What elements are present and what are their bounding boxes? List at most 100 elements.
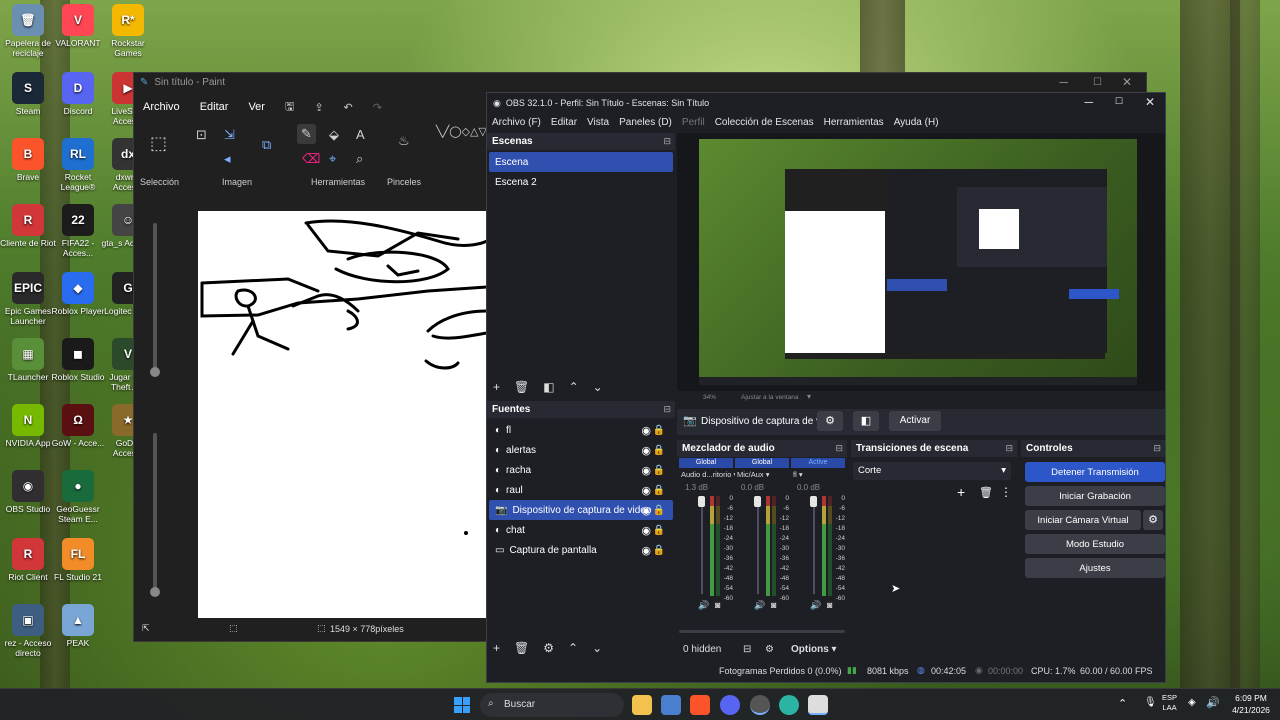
tray-chevron-icon[interactable]: ⌃ [1118, 697, 1127, 710]
more-icon[interactable]: ⋮ [1000, 485, 1012, 499]
minimize-icon[interactable]: ─ [1059, 75, 1068, 89]
volume-icon[interactable]: 🔊 [810, 600, 821, 611]
obs-menu-item[interactable]: Perfil [682, 117, 705, 128]
lock-icon[interactable]: 🔒 [653, 445, 665, 456]
paint-menu-editar[interactable]: Editar [200, 101, 229, 113]
shapes-icon[interactable]: ╲╱◯◇△▽☆⬠✦ [436, 125, 516, 139]
obs-close-icon[interactable]: ✕ [1145, 95, 1155, 109]
desktop-icon[interactable]: ● GeoGuessr Steam E... [50, 470, 106, 524]
dock-float-icon[interactable]: ⊟ [663, 136, 671, 147]
clock[interactable]: 6:09 PM 4/21/2026 [1226, 692, 1276, 716]
source-item[interactable]: ◐ raul ◉ 🔒 [489, 480, 673, 500]
add-icon[interactable]: + [957, 484, 965, 500]
pencil-icon[interactable]: ✎ [297, 124, 316, 144]
scene-item[interactable]: Escena [489, 152, 673, 172]
eye-icon[interactable]: ◉ [641, 504, 651, 517]
channel-name[interactable]: Mic/Aux ▾ [737, 470, 791, 479]
rotate-icon[interactable]: ◂ [224, 151, 231, 167]
desktop-icon[interactable]: ▲ PEAK [50, 604, 106, 648]
lock-icon[interactable]: 🔒 [653, 465, 665, 476]
filter-icon[interactable]: ◧ [543, 380, 554, 394]
chevron-down-icon[interactable]: ⌄ [593, 380, 603, 394]
virtual-camera-button[interactable]: Iniciar Cámara Virtual [1025, 510, 1141, 530]
paint-menu-archivo[interactable]: Archivo [143, 101, 180, 113]
trash-icon[interactable]: 🗑 [514, 641, 529, 655]
obs-window[interactable]: ◉ OBS 32.1.0 - Perfil: Sin Título - Esce… [486, 92, 1166, 683]
desktop-icon[interactable]: S Steam [0, 72, 56, 116]
save-icon[interactable]: 🖫 [285, 98, 294, 117]
chevron-down-icon[interactable]: ⌄ [592, 641, 602, 655]
close-icon[interactable]: ✕ [1122, 75, 1132, 89]
obs-menu-item[interactable]: Archivo (F) [492, 117, 541, 128]
source-item[interactable]: ▭ Captura de pantalla ◉ 🔒 [489, 540, 673, 560]
select-icon[interactable]: ⬚ [150, 133, 167, 154]
scene-item[interactable]: Escena 2 [489, 172, 673, 192]
volume-fader[interactable] [813, 496, 815, 594]
dock-float-icon[interactable]: ⊟ [1005, 443, 1013, 454]
desktop-icon[interactable]: R Cliente de Riot [0, 204, 56, 248]
obs-menu-item[interactable]: Editar [551, 117, 577, 128]
channel-name[interactable]: Audio d...ritorio ▾ [681, 470, 735, 479]
obs-menu-item[interactable]: Herramientas [824, 117, 884, 128]
chevron-up-icon[interactable]: ⌃ [569, 380, 579, 394]
redo-icon[interactable]: ↷ [373, 101, 382, 114]
paint-titlebar[interactable]: ✎ Sin título - Paint ─ ☐ ✕ [134, 73, 1146, 91]
start-icon[interactable] [454, 697, 470, 713]
link-icon[interactable]: ⚙ [765, 644, 774, 655]
fader-knob[interactable] [810, 496, 817, 507]
desktop-icon[interactable]: 🗑 Papelera de reciclaje [0, 4, 56, 58]
source-item[interactable]: ◐ racha ◉ 🔒 [489, 460, 673, 480]
headphone-icon[interactable]: ◙ [827, 600, 832, 610]
source-item[interactable]: 📷 Dispositivo de captura de video ◉ 🔒 [489, 500, 673, 520]
volume-icon[interactable]: 🔊 [1206, 696, 1220, 709]
stop-stream-button[interactable]: Detener Transmisión [1025, 462, 1165, 482]
eraser-icon[interactable]: ⌫ [302, 151, 320, 167]
desktop-icon[interactable]: EPIC Epic Games Launcher [0, 272, 56, 326]
zoom-fit[interactable]: Ajustar a la ventana [741, 394, 798, 401]
fill-icon[interactable]: ⬙ [329, 127, 339, 143]
volume-icon[interactable]: 🔊 [698, 600, 709, 611]
studio-mode-button[interactable]: Modo Estudio [1025, 534, 1165, 554]
desktop-icon[interactable]: ▦ TLauncher [0, 338, 56, 382]
chevron-up-icon[interactable]: ⌃ [568, 641, 578, 655]
headphone-icon[interactable]: ◙ [771, 600, 776, 610]
crop-icon[interactable]: ⊡ [196, 127, 207, 143]
volume-fader[interactable] [701, 496, 703, 594]
resize-icon[interactable]: ⇲ [224, 127, 235, 143]
dock-float-icon[interactable]: ⊟ [663, 404, 671, 415]
transition-select[interactable]: Corte ▾ [853, 462, 1011, 480]
virtual-camera-gear-icon[interactable]: ⚙ [1143, 510, 1163, 530]
obs-menu-item[interactable]: Colección de Escenas [715, 117, 814, 128]
fader-knob[interactable] [698, 496, 705, 507]
desktop-icon[interactable]: N NVIDIA App [0, 404, 56, 448]
paint-side-slider[interactable] [150, 213, 160, 613]
eye-icon[interactable]: ◉ [641, 484, 651, 497]
desktop-icon[interactable]: B Brave [0, 138, 56, 182]
dock-float-icon[interactable]: ⊟ [1153, 443, 1161, 454]
obs-minimize-icon[interactable]: ─ [1084, 95, 1093, 109]
eye-icon[interactable]: ◉ [641, 544, 651, 557]
brush-icon[interactable]: ♨ [398, 133, 410, 149]
store-icon[interactable] [661, 695, 681, 715]
desktop-icon[interactable]: Ω GoW - Acce... [50, 404, 106, 448]
properties-gear-icon[interactable]: ⚙ [817, 411, 843, 431]
paint-menu-ver[interactable]: Ver [248, 101, 265, 113]
eye-icon[interactable]: ◉ [641, 464, 651, 477]
add-icon[interactable]: + [493, 641, 500, 655]
zoom-level[interactable]: 34% [703, 394, 716, 401]
obs-menu-item[interactable]: Vista [587, 117, 609, 128]
obs-icon[interactable] [750, 695, 770, 715]
filters-icon[interactable]: ◧ [853, 411, 879, 431]
headphone-icon[interactable]: ◙ [715, 600, 720, 610]
desktop-icon[interactable]: ◉ OBS Studio [0, 470, 56, 514]
desktop-icon[interactable]: R Riot Client [0, 538, 56, 582]
fader-knob[interactable] [754, 496, 761, 507]
obs-titlebar[interactable]: ◉ OBS 32.1.0 - Perfil: Sin Título - Esce… [487, 93, 1165, 113]
eye-icon[interactable]: ◉ [641, 444, 651, 457]
file-explorer-icon[interactable] [632, 695, 652, 715]
chevron-down-icon[interactable]: ▾ [807, 392, 811, 401]
desktop-icon[interactable]: V VALORANT [50, 4, 106, 48]
paint-icon[interactable] [808, 695, 828, 715]
microphone-icon[interactable]: 🎙 [1144, 697, 1157, 708]
preview-area[interactable] [677, 133, 1165, 391]
